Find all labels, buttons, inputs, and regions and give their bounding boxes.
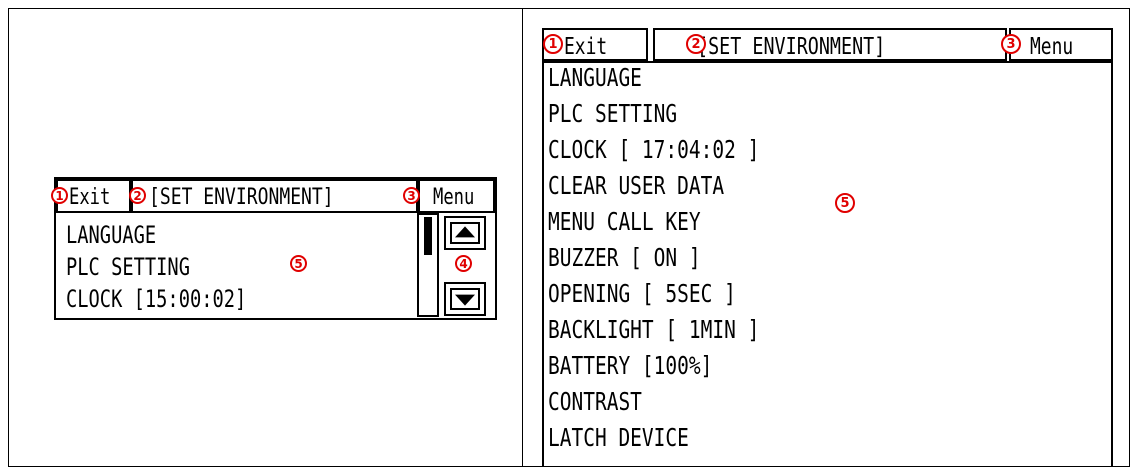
list-item[interactable]: BACKLIGHT [ 1MIN ] [548, 317, 759, 342]
table-divider [522, 8, 523, 467]
screen-title: [SET ENVIRONMENT] [131, 179, 418, 213]
list-item[interactable]: PLC SETTING [548, 101, 677, 126]
scrollbar-track[interactable] [417, 213, 439, 317]
triangle-down-icon [455, 294, 475, 306]
list-item[interactable]: LANGUAGE [66, 223, 156, 247]
list-item[interactable]: CLEAR USER DATA [548, 173, 724, 198]
screen-title-label: [SET ENVIRONMENT] [697, 34, 886, 60]
menu-button-label: Menu [1030, 34, 1074, 60]
list-item[interactable]: BUZZER [ ON ] [548, 245, 701, 270]
menu-button[interactable]: Menu [1009, 28, 1113, 61]
callout-4: 4 [455, 255, 472, 272]
scrollbar-thumb[interactable] [424, 217, 432, 255]
screen-title-label: [SET ENVIRONMENT] [149, 185, 334, 210]
callout-2: 2 [686, 34, 706, 54]
triangle-up-icon [455, 226, 475, 238]
table-left-border [8, 8, 9, 467]
table-right-border [1129, 8, 1130, 467]
list-item[interactable]: CLOCK [15:00:02] [66, 287, 246, 311]
list-item[interactable]: CLOCK [ 17:04:02 ] [548, 137, 759, 162]
scroll-down-button[interactable] [444, 282, 486, 316]
list-item[interactable]: LATCH DEVICE [548, 425, 689, 450]
list-item[interactable]: BATTERY [100%] [548, 353, 712, 378]
callout-5: 5 [290, 255, 307, 272]
list-item[interactable]: PLC SETTING [66, 255, 190, 279]
exit-button-label: Exit [69, 185, 111, 210]
callout-5: 5 [835, 193, 855, 213]
callout-1: 1 [51, 187, 68, 204]
screen-title: [SET ENVIRONMENT] [653, 28, 1007, 61]
callout-3: 3 [403, 187, 420, 204]
list-item[interactable]: CONTRAST [548, 389, 642, 414]
callout-2: 2 [129, 187, 146, 204]
callout-3: 3 [1001, 34, 1021, 54]
callout-1: 1 [543, 34, 563, 54]
list-item[interactable]: MENU CALL KEY [548, 209, 701, 234]
list-item[interactable]: LANGUAGE [548, 65, 642, 90]
list-item[interactable]: OPENING [ 5SEC ] [548, 281, 736, 306]
table-top-border [8, 8, 1130, 9]
menu-button[interactable]: Menu [418, 179, 495, 213]
menu-button-label: Menu [433, 185, 475, 210]
exit-button-label: Exit [564, 34, 608, 60]
scroll-up-button[interactable] [444, 216, 486, 250]
